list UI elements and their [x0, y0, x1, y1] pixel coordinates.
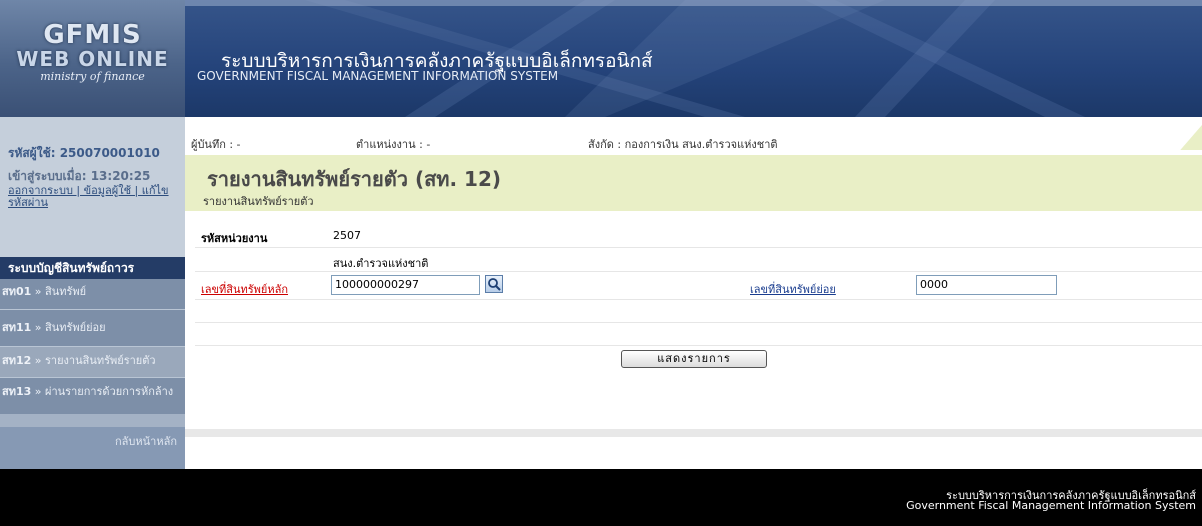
- position-info: ตำแหน่งงาน : -: [356, 138, 431, 151]
- menu-item-sep: »: [31, 354, 46, 367]
- menu-item-label: ผ่านรายการด้วยการหักล้าง: [45, 385, 174, 398]
- page-title-box: รายงานสินทรัพย์รายตัว (สท. 12) รายงานสิน…: [185, 155, 1202, 211]
- show-list-button[interactable]: แสดงรายการ: [621, 350, 767, 368]
- user-info-box: รหัสผู้ใช้: 250070001010 เข้าสู่ระบบเมื่…: [0, 117, 185, 257]
- back-home-link[interactable]: กลับหน้าหลัก: [115, 432, 177, 450]
- user-id: รหัสผู้ใช้: 250070001010: [8, 146, 160, 160]
- logo-line2: WEB ONLINE: [16, 47, 169, 71]
- logo-line3: ministry of finance: [40, 70, 145, 83]
- main-asset-input[interactable]: [331, 275, 480, 295]
- unit-name: สนง.ตำรวจแห่งชาติ: [333, 257, 429, 270]
- spacer-row-2: [195, 323, 1202, 346]
- info-bar: ผู้บันทึก : - ตำแหน่งงาน : - สังกัด : กอ…: [185, 125, 1202, 156]
- menu-item-sep: »: [31, 385, 46, 398]
- unit-code-row: รหัสหน่วยงาน 2507: [195, 223, 1202, 248]
- unit-code-value: 2507: [333, 229, 361, 242]
- menu-item-label: รายงานสินทรัพย์รายตัว: [45, 354, 156, 367]
- sidebar: รหัสผู้ใช้: 250070001010 เข้าสู่ระบบเมื่…: [0, 117, 185, 469]
- banner-title-en: GOVERNMENT FISCAL MANAGEMENT INFORMATION…: [197, 69, 559, 83]
- logo-line1: GFMIS: [43, 20, 142, 50]
- login-time-value: 13:20:25: [90, 169, 151, 183]
- sub-asset-label[interactable]: เลขที่สินทรัพย์ย่อย: [750, 280, 836, 298]
- menu-header: ระบบบัญชีสินทรัพย์ถาวร: [0, 257, 185, 279]
- footer-line-en: Government Fiscal Management Information…: [906, 499, 1196, 512]
- sub-asset-input[interactable]: [916, 275, 1057, 295]
- infobar-corner: [1180, 125, 1202, 150]
- unit-code-label: รหัสหน่วยงาน: [201, 232, 268, 245]
- unit-name-row: สนง.ตำรวจแห่งชาติ: [195, 248, 1202, 272]
- recorder-info: ผู้บันทึก : -: [191, 138, 241, 151]
- search-button[interactable]: [485, 275, 503, 293]
- header-banner: ระบบบริหารการเงินการคลังภาครัฐแบบอิเล็กท…: [185, 0, 1202, 117]
- footer: ระบบบริหารการเงินการคลังภาครัฐแบบอิเล็กท…: [0, 469, 1202, 526]
- back-home-area: กลับหน้าหลัก: [0, 427, 185, 469]
- search-icon: [488, 278, 501, 291]
- report-form: รหัสหน่วยงาน 2507 สนง.ตำรวจแห่งชาติ เลขท…: [195, 223, 1202, 372]
- menu-item-st13[interactable]: สท13 » ผ่านรายการด้วยการหักล้าง: [0, 378, 185, 414]
- menu-spacer: [0, 414, 185, 427]
- main-asset-label[interactable]: เลขที่สินทรัพย์หลัก: [201, 280, 288, 298]
- menu-item-label: สินทรัพย์: [45, 285, 87, 298]
- menu-item-code: สท13: [2, 385, 32, 398]
- menu-item-label: สินทรัพย์ย่อย: [45, 321, 106, 334]
- gfmis-logo: GFMIS WEB ONLINE ministry of finance: [0, 0, 185, 117]
- page-title: รายงานสินทรัพย์รายตัว (สท. 12): [207, 167, 502, 191]
- asset-row: เลขที่สินทรัพย์หลัก เลขที่สินทรัพย์ย่อย: [195, 272, 1202, 300]
- menu-item-code: สท12: [2, 354, 32, 367]
- menu-item-st11[interactable]: สท11 » สินทรัพย์ย่อย: [0, 310, 185, 346]
- menu-item-code: สท01: [2, 285, 32, 298]
- menu-item-st12[interactable]: สท12 » รายงานสินทรัพย์รายตัว: [0, 347, 185, 377]
- login-time-label: เข้าสู่ระบบเมื่อ:: [8, 169, 87, 183]
- affiliation-info: สังกัด : กองการเงิน สนง.ตำรวจแห่งชาติ: [588, 138, 778, 151]
- menu-item-code: สท11: [2, 321, 32, 334]
- spacer-row-1: [195, 300, 1202, 323]
- menu-item-sep: »: [31, 285, 46, 298]
- menu-item-sep: »: [31, 321, 46, 334]
- user-links[interactable]: ออกจากระบบ | ข้อมูลผู้ใช้ | แก้ไขรหัสผ่า…: [8, 185, 183, 209]
- page-subtitle: รายงานสินทรัพย์รายตัว: [203, 195, 314, 208]
- content-divider: [185, 429, 1202, 437]
- menu-item-st01[interactable]: สท01 » สินทรัพย์: [0, 279, 185, 309]
